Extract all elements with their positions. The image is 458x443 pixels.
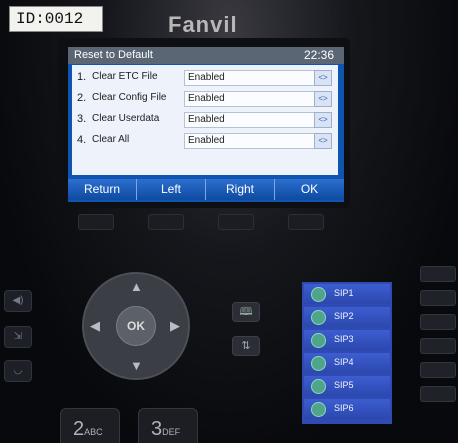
hw-line-key-6[interactable] [420,386,456,402]
option-value-field[interactable]: Enabled [184,70,316,86]
softkey-return[interactable]: Return [68,179,137,200]
option-label: Clear Userdata [92,113,160,124]
toggle-arrows-icon[interactable]: <> [314,112,332,128]
mute-key[interactable]: ◀) [4,290,32,312]
hw-line-key-5[interactable] [420,362,456,378]
option-number: 2. [77,92,87,104]
reset-options-list: 1. Clear ETC File Enabled <> 2. Clear Co… [72,65,338,175]
hw-line-key-3[interactable] [420,314,456,330]
brand-logo: Fanvil [168,12,238,37]
transfer-icon: ⇅ [241,340,251,352]
hw-softkey-4[interactable] [288,214,324,230]
phone-body: ID:0012 Fanvil Reset to Default 22:36 1.… [0,0,458,443]
option-number: 3. [77,113,87,125]
hw-softkey-1[interactable] [78,214,114,230]
line-key-sip1[interactable]: SIP1 [304,284,390,304]
hw-softkey-2[interactable] [148,214,184,230]
nav-right-icon[interactable]: ▶ [170,318,180,334]
option-value-field[interactable]: Enabled [184,133,316,149]
option-row-clear-all[interactable]: 4. Clear All Enabled <> [72,131,338,151]
line-key-display: SIP1 SIP2 SIP3 SIP4 SIP5 SIP6 [302,282,392,424]
nav-cluster: ▲ ▼ ◀ ▶ OK [82,272,190,380]
toggle-arrows-icon[interactable]: <> [314,133,332,149]
hw-line-key-2[interactable] [420,290,456,306]
headset-key[interactable]: ◡ [4,360,32,382]
keypad-key-3[interactable]: 3DEF [138,408,198,443]
option-value-field[interactable]: Enabled [184,91,316,107]
phone-handset-icon [311,356,326,371]
line-label: SIP1 [334,288,354,298]
key-digit: 2 [73,418,85,440]
toggle-arrows-icon[interactable]: <> [314,91,332,107]
line-label: SIP5 [334,380,354,390]
toggle-arrows-icon[interactable]: <> [314,70,332,86]
screen-titlebar: Reset to Default 22:36 [68,47,344,64]
hw-line-key-4[interactable] [420,338,456,354]
line-key-sip3[interactable]: SIP3 [304,330,390,350]
keypad-key-2[interactable]: 2ABC [60,408,120,443]
line-key-sip5[interactable]: SIP5 [304,376,390,396]
line-label: SIP6 [334,403,354,413]
phone-handset-icon [311,402,326,417]
softkey-ok[interactable]: OK [275,179,344,200]
option-label: Clear ETC File [92,71,158,82]
transfer-key[interactable]: ⇅ [232,336,260,356]
softkey-bar: Return Left Right OK [68,179,344,200]
line-key-sip4[interactable]: SIP4 [304,353,390,373]
phone-handset-icon [311,379,326,394]
screen-title: Reset to Default [74,49,153,61]
phonebook-key[interactable]: 🕮 [232,302,260,322]
phone-handset-icon [311,333,326,348]
option-label: Clear Config File [92,92,167,103]
line-label: SIP2 [334,311,354,321]
option-row-clear-userdata[interactable]: 3. Clear Userdata Enabled <> [72,110,338,130]
softkey-right[interactable]: Right [206,179,275,200]
option-row-clear-config[interactable]: 2. Clear Config File Enabled <> [72,89,338,109]
option-value-field[interactable]: Enabled [184,112,316,128]
key-letters: DEF [162,427,181,437]
key-digit: 3 [151,418,163,440]
line-label: SIP3 [334,334,354,344]
lcd-screen: Reset to Default 22:36 1. Clear ETC File… [68,47,344,202]
phone-handset-icon [311,287,326,302]
nav-up-icon[interactable]: ▲ [130,279,143,294]
phone-handset-icon [311,310,326,325]
line-key-sip2[interactable]: SIP2 [304,307,390,327]
asset-tag-label: ID:0012 [9,6,103,32]
option-number: 1. [77,71,87,83]
key-letters: ABC [84,427,103,437]
book-icon: 🕮 [239,306,253,318]
hw-softkey-3[interactable] [218,214,254,230]
hold-key[interactable]: ⇲ [4,326,32,348]
option-number: 4. [77,134,87,146]
nav-left-icon[interactable]: ◀ [90,318,100,334]
nav-down-icon[interactable]: ▼ [130,358,143,373]
softkey-left[interactable]: Left [137,179,206,200]
line-key-sip6[interactable]: SIP6 [304,399,390,419]
hw-line-key-1[interactable] [420,266,456,282]
clock: 22:36 [303,48,334,62]
option-label: Clear All [92,134,130,145]
option-row-clear-etc[interactable]: 1. Clear ETC File Enabled <> [72,68,338,88]
nav-ok-button[interactable]: OK [116,306,156,346]
line-label: SIP4 [334,357,354,367]
